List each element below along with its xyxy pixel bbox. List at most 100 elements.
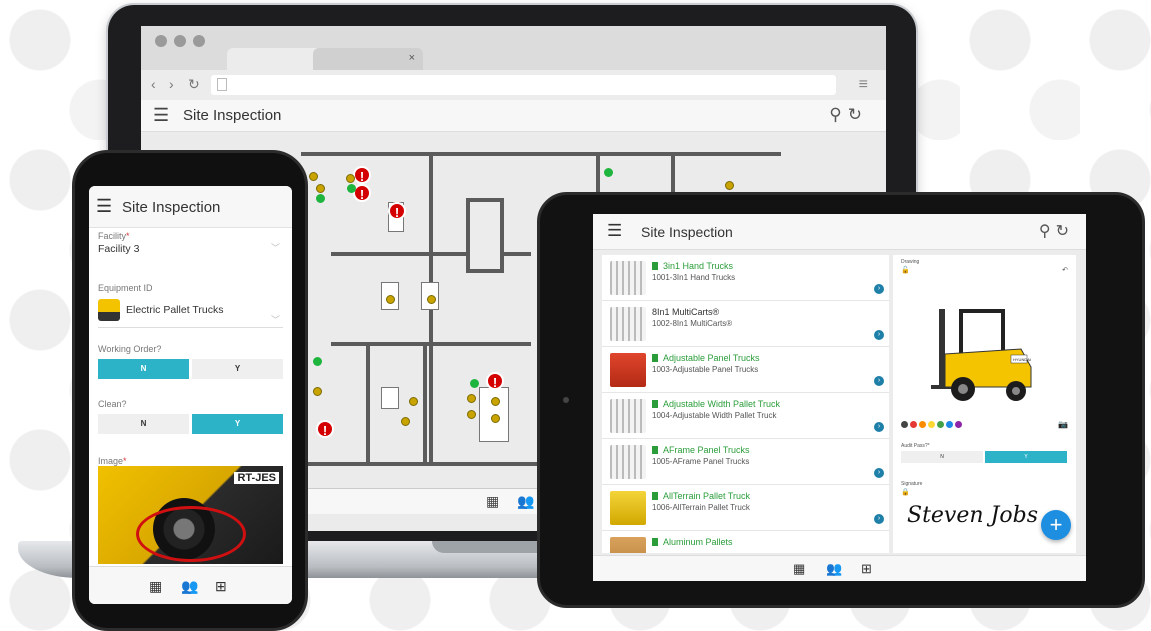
alert-marker[interactable]: ! — [486, 372, 504, 390]
item-code: 1005-AFrame Panel Trucks — [652, 457, 750, 466]
color-swatch[interactable] — [946, 421, 953, 428]
equipment-marker[interactable] — [427, 295, 436, 304]
list-item[interactable]: Adjustable Width Pallet Truck 1004-Adjus… — [602, 393, 889, 439]
item-name: AllTerrain Pallet Truck — [663, 491, 751, 501]
facility-field[interactable]: Facility* Facility 3 ﹀ — [89, 231, 292, 255]
window-minimize-dot[interactable] — [174, 35, 186, 47]
search-icon[interactable]: ⚲ — [829, 105, 847, 124]
hamburger-icon[interactable]: ☰ — [96, 196, 112, 217]
working-order-n-button[interactable]: N — [98, 359, 189, 379]
chevron-down-icon[interactable]: ﹀ — [271, 241, 280, 254]
window-close-dot[interactable] — [155, 35, 167, 47]
equipment-marker[interactable] — [467, 394, 476, 403]
color-swatch[interactable] — [928, 421, 935, 428]
grid-icon[interactable]: ⊞ — [861, 561, 872, 577]
add-button[interactable]: + — [1041, 510, 1071, 540]
equipment-marker[interactable] — [725, 181, 734, 190]
annotation-circle — [136, 506, 246, 562]
forward-icon[interactable]: › — [169, 76, 174, 92]
address-bar[interactable] — [211, 75, 836, 95]
wall — [331, 342, 531, 346]
reload-icon[interactable]: ↻ — [188, 76, 200, 93]
list-item[interactable]: AFrame Panel Trucks 1005-AFrame Panel Tr… — [602, 439, 889, 485]
search-icon[interactable]: ⚲ — [1039, 223, 1056, 240]
equipment-marker[interactable] — [313, 387, 322, 396]
equipment-marker[interactable] — [467, 410, 476, 419]
list-item[interactable]: Adjustable Panel Trucks 1003-Adjustable … — [602, 347, 889, 393]
window-maximize-dot[interactable] — [193, 35, 205, 47]
color-swatch[interactable] — [937, 421, 944, 428]
calendar-icon[interactable]: ▦ — [149, 578, 162, 595]
audit-n-button[interactable]: N — [901, 451, 983, 463]
working-order-label: Working Order? — [98, 344, 162, 354]
color-swatch[interactable] — [919, 421, 926, 428]
equipment-marker[interactable] — [386, 295, 395, 304]
item-code: 1006-AllTerrain Pallet Truck — [652, 503, 750, 512]
chevron-right-icon[interactable]: › — [874, 468, 884, 478]
status-ok-marker[interactable] — [470, 379, 479, 388]
color-swatch[interactable] — [910, 421, 917, 428]
chevron-right-icon[interactable]: › — [874, 514, 884, 524]
undo-icon[interactable]: ↶ — [1062, 266, 1068, 274]
equipment-field[interactable]: Equipment ID Electric Pallet Trucks ﹀ — [89, 283, 292, 328]
list-item[interactable]: AllTerrain Pallet Truck 1006-AllTerrain … — [602, 485, 889, 531]
refresh-icon[interactable]: ↻ — [1056, 223, 1074, 240]
grid-icon[interactable]: ⊞ — [215, 578, 227, 595]
clean-y-button[interactable]: Y — [192, 414, 283, 434]
camera-icon[interactable]: 📷 — [1058, 420, 1068, 429]
page-title: Site Inspection — [183, 107, 282, 124]
equipment-marker[interactable] — [491, 397, 500, 406]
tablet-app-header: ☰ Site Inspection ⚲↻ — [593, 214, 1086, 250]
users-icon[interactable]: 👥 — [181, 578, 198, 595]
list-item[interactable]: 3in1 Hand Trucks 1001-3In1 Hand Trucks › — [602, 255, 889, 301]
status-ok-marker[interactable] — [313, 357, 322, 366]
working-order-y-button[interactable]: Y — [192, 359, 283, 379]
color-swatch[interactable] — [901, 421, 908, 428]
status-ok-marker[interactable] — [604, 168, 613, 177]
chevron-right-icon[interactable]: › — [874, 284, 884, 294]
chevron-right-icon[interactable]: › — [874, 422, 884, 432]
equipment-marker[interactable] — [409, 397, 418, 406]
equipment-marker[interactable] — [346, 174, 355, 183]
audit-y-button[interactable]: Y — [985, 451, 1067, 463]
list-item[interactable]: Aluminum Pallets — [602, 531, 889, 553]
required-mark: * — [126, 231, 130, 241]
browser-tab[interactable]: × — [313, 48, 423, 70]
calendar-icon[interactable]: ▦ — [793, 561, 805, 577]
equipment-marker[interactable] — [309, 172, 318, 181]
item-thumbnail — [610, 537, 646, 553]
browser-menu-icon[interactable]: ≡ — [859, 76, 868, 94]
clean-n-button[interactable]: N — [98, 414, 189, 434]
color-swatch[interactable] — [955, 421, 962, 428]
hamburger-icon[interactable]: ☰ — [607, 221, 622, 241]
chevron-right-icon[interactable]: › — [874, 376, 884, 386]
equipment-marker[interactable] — [316, 184, 325, 193]
calendar-icon[interactable]: ▦ — [486, 493, 499, 510]
alert-marker[interactable]: ! — [353, 166, 371, 184]
equipment-marker[interactable] — [401, 417, 410, 426]
status-ok-marker[interactable] — [316, 194, 325, 203]
tab-close-icon[interactable]: × — [409, 52, 415, 64]
back-icon[interactable]: ‹ — [151, 76, 156, 92]
required-mark: * — [123, 456, 127, 466]
equipment-marker[interactable] — [491, 414, 500, 423]
users-icon[interactable]: 👥 — [517, 493, 534, 510]
inspection-photo[interactable]: RT-JES — [98, 466, 283, 564]
users-icon[interactable]: 👥 — [826, 561, 842, 577]
phone-app-header: ☰ Site Inspection — [89, 186, 292, 228]
chevron-right-icon[interactable]: › — [874, 330, 884, 340]
equipment-label: Equipment ID — [98, 283, 153, 293]
status-ok-marker[interactable] — [347, 184, 356, 193]
desk — [381, 387, 399, 409]
list-item[interactable]: 8In1 MultiCarts® 1002-8In1 MultiCarts® › — [602, 301, 889, 347]
hamburger-icon[interactable]: ☰ — [153, 105, 169, 126]
app-header: ☰ Site Inspection ⚲↻ — [141, 100, 886, 132]
drawing-label: Drawing — [901, 259, 920, 265]
drawing-canvas[interactable]: HYUNDAI — [901, 279, 1067, 419]
equipment-detail-panel: Drawing 🔓 ↶ HYUNDAI 📷 Audit Pass?* N Y S… — [893, 255, 1076, 553]
refresh-icon[interactable]: ↻ — [848, 105, 868, 124]
alert-marker[interactable]: ! — [388, 202, 406, 220]
chevron-down-icon[interactable]: ﹀ — [271, 313, 280, 326]
item-thumbnail — [610, 491, 646, 525]
alert-marker[interactable]: ! — [316, 420, 334, 438]
